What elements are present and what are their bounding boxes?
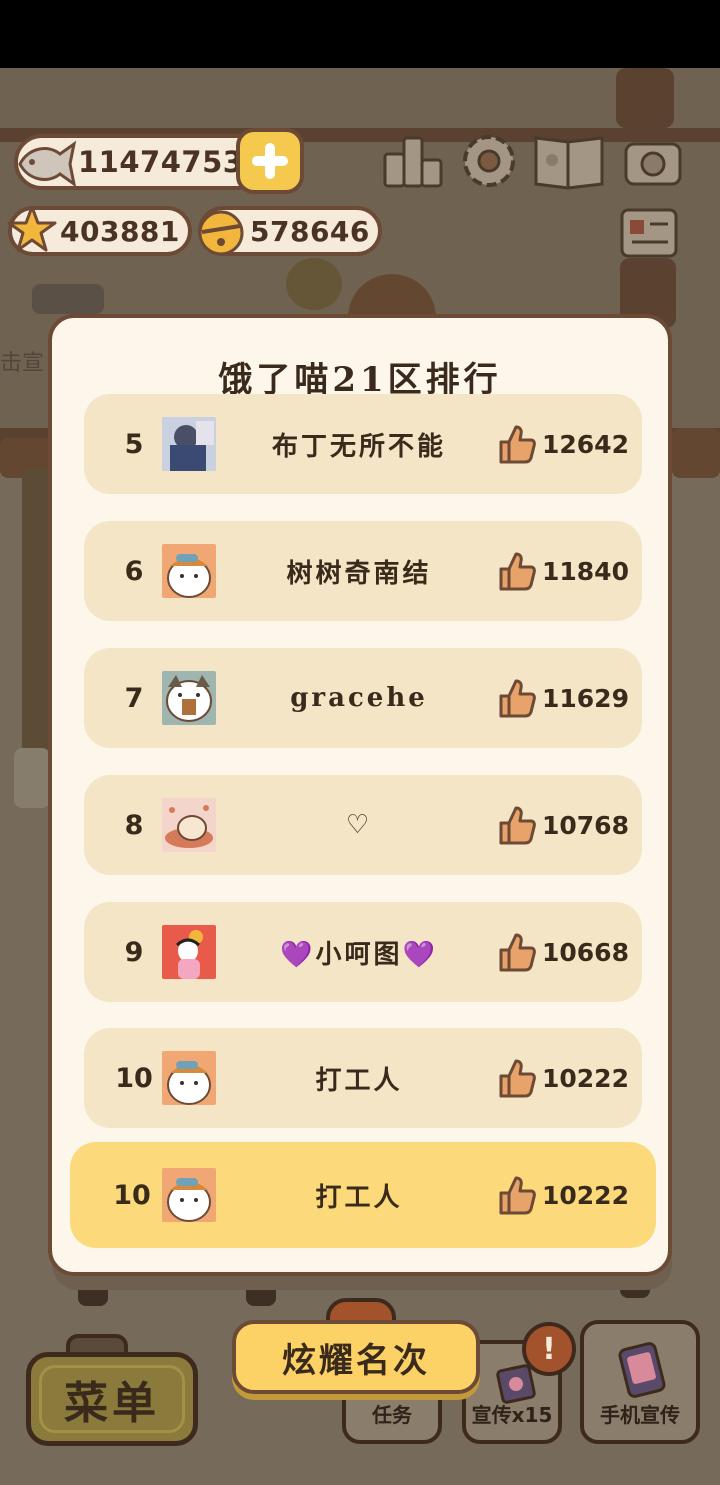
avatar — [162, 417, 216, 471]
likes-count: 12642 — [498, 394, 629, 494]
avatar — [162, 925, 216, 979]
rank-row[interactable]: 6 树树奇南结 11840 — [84, 521, 642, 621]
avatar — [162, 671, 216, 725]
player-name: 布丁无所不能 — [271, 431, 446, 462]
my-rank-row[interactable]: 10 打工人 10222 — [70, 1142, 656, 1248]
avatar — [162, 1168, 216, 1222]
rank-row[interactable]: 8 ♡ 10768 — [84, 775, 642, 875]
camera-icon[interactable] — [622, 130, 684, 192]
star-icon — [7, 205, 57, 252]
add-fish-button[interactable] — [236, 128, 304, 194]
likes-count: 10768 — [498, 775, 629, 875]
book-icon[interactable] — [532, 130, 606, 192]
fish-icon — [18, 140, 77, 188]
avatar — [162, 544, 216, 598]
avatar — [162, 798, 216, 852]
player-name: 打工人 — [315, 1182, 403, 1213]
avatar — [162, 1051, 216, 1105]
likes-count: 11629 — [498, 648, 629, 748]
rank-row[interactable]: 10 打工人 10222 — [84, 1028, 642, 1128]
likes-count: 10222 — [498, 1142, 629, 1248]
player-name: 打工人 — [315, 1065, 403, 1096]
likes-count: 11840 — [498, 521, 629, 621]
alert-badge: ! — [522, 1322, 576, 1376]
menu-button[interactable]: 菜单 — [26, 1352, 198, 1446]
rank-row[interactable]: 5 布丁无所不能 12642 — [84, 394, 642, 494]
thumbs-up-icon — [499, 1059, 536, 1098]
player-name: ♡ — [345, 810, 373, 840]
thumbs-up-icon — [499, 806, 536, 845]
rank-row[interactable]: 7 gracehe 11629 — [84, 648, 642, 748]
show-rank-button[interactable]: 炫耀名次 — [232, 1320, 480, 1394]
thumbs-up-icon — [499, 933, 536, 972]
likes-count: 10668 — [498, 902, 629, 1002]
profile-card-icon[interactable] — [618, 204, 680, 262]
thumbs-up-icon — [499, 679, 536, 718]
star-amount: 403881 — [60, 214, 180, 248]
player-name: 树树奇南结 — [286, 558, 432, 589]
likes-count: 10222 — [498, 1028, 629, 1128]
bell-currency: 578646 — [198, 206, 382, 256]
phone-icon — [618, 1342, 666, 1398]
bell-icon — [198, 210, 244, 256]
thumbs-up-icon — [499, 552, 536, 591]
player-name: 💜小呵图💜 — [280, 939, 438, 970]
rank-row[interactable]: 9 💜小呵图💜 10668 — [84, 902, 642, 1002]
bell-amount: 578646 — [250, 214, 370, 248]
ranking-icon[interactable] — [382, 134, 444, 190]
player-name: gracehe — [290, 683, 428, 713]
star-currency: 403881 — [7, 205, 192, 256]
thumbs-up-icon — [499, 1176, 536, 1215]
thumbs-up-icon — [499, 425, 536, 464]
ranking-modal: 饿了喵21区排行 5 布丁无所不能 12642 6 树树奇南结 11840 7 … — [48, 314, 672, 1276]
status-bar — [0, 0, 720, 68]
phone-promo-button[interactable]: 手机宣传 — [580, 1320, 700, 1444]
gear-icon[interactable] — [458, 130, 520, 192]
